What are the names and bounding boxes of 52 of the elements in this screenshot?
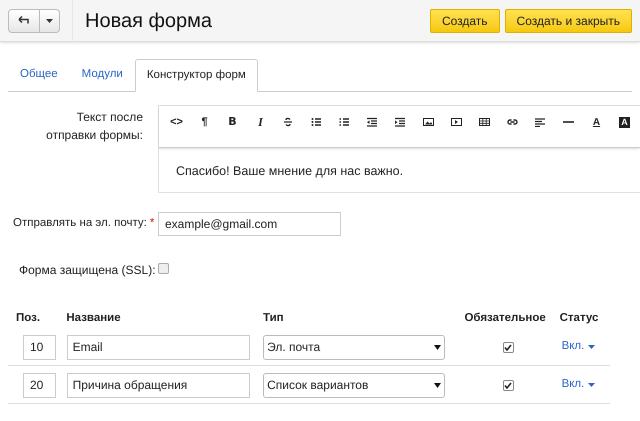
position-field[interactable]: 10 (23, 334, 56, 360)
background-color-button[interactable]: A (619, 116, 630, 128)
toolbar-button[interactable]: B (221, 114, 244, 130)
recipient-input[interactable]: example@gmail.com (158, 212, 341, 236)
caret-icon (434, 382, 442, 388)
action-button[interactable]: Создать и закрыть (504, 8, 632, 32)
checkbox[interactable] (158, 263, 169, 274)
column-header: Статус (558, 311, 600, 326)
link-icon (507, 117, 518, 127)
text-color-button[interactable]: A (592, 114, 600, 130)
required-mark: * (150, 216, 154, 232)
column-header: Поз. (15, 311, 42, 326)
status-dropdown[interactable]: Вкл. (562, 376, 596, 394)
page-title: Новая форма (85, 8, 212, 34)
tab[interactable]: Модули (70, 58, 135, 91)
strikethrough-icon (283, 117, 294, 127)
caret-icon (588, 345, 596, 349)
column-header: Тип (262, 311, 285, 326)
toolbar-button[interactable]: ¶ (193, 114, 216, 130)
table-icon (479, 117, 490, 127)
toolbar-button[interactable]: <> (165, 114, 188, 130)
caret-icon (588, 383, 596, 387)
type-dropdown[interactable]: Список вариантов (263, 372, 446, 398)
indent-icon (395, 117, 406, 127)
checkbox[interactable] (502, 342, 514, 352)
title-field[interactable]: Email (66, 334, 250, 360)
title-field[interactable]: Причина обращения (66, 372, 250, 398)
column-header: Обязательное (464, 311, 547, 326)
tab[interactable]: Общее (8, 58, 70, 91)
back-arrow-icon (18, 16, 30, 25)
bullet-list-icon (311, 117, 322, 127)
status-dropdown[interactable]: Вкл. (562, 338, 596, 356)
type-dropdown[interactable]: Эл. почта (263, 334, 446, 360)
dropdown-button[interactable] (40, 8, 60, 32)
video-icon (451, 117, 462, 127)
checkbox[interactable] (502, 380, 514, 390)
back-button[interactable] (8, 8, 40, 32)
align-left-icon (535, 117, 546, 127)
field-label: Форма защищена (SSL): (19, 262, 157, 279)
action-button[interactable]: Создать (430, 8, 500, 32)
outdent-icon (367, 117, 378, 127)
caret-icon (46, 18, 53, 22)
field-label: Отправлять на эл. почту: (13, 216, 147, 232)
image-icon (423, 117, 434, 127)
field-label: Текст после отправки формы: (45, 109, 143, 144)
editor-text: Спасибо! Ваше мнение для нас важно. (175, 163, 404, 180)
column-header: Название (66, 311, 122, 326)
toolbar-button[interactable]: I (249, 114, 272, 130)
tab[interactable]: Конструктор форм (134, 59, 258, 92)
position-field[interactable]: 20 (23, 372, 56, 398)
numbered-list-icon (339, 117, 350, 127)
caret-icon (434, 344, 442, 350)
